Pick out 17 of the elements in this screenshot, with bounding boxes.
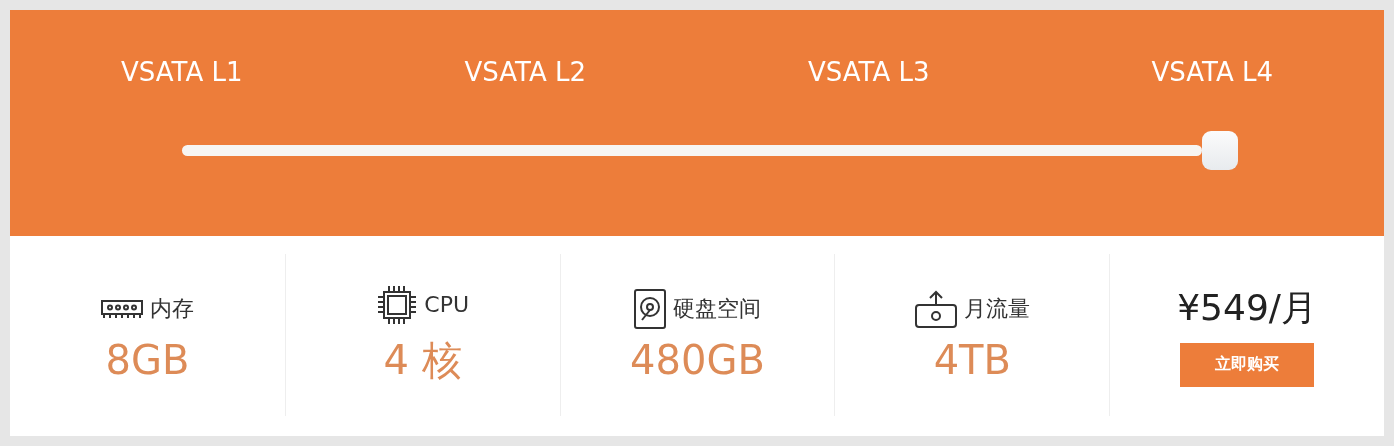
spec-value: 480GB: [630, 337, 765, 383]
memory-icon: [100, 297, 145, 321]
slider-thumb[interactable]: [1202, 131, 1238, 170]
plan-label[interactable]: VSATA L4: [1151, 57, 1273, 87]
spec-label: CPU: [424, 292, 470, 317]
buy-button[interactable]: 立即购买: [1180, 342, 1315, 387]
spec-label: 硬盘空间: [673, 295, 762, 323]
plan-label[interactable]: VSATA L3: [808, 57, 930, 87]
spec-value: 4 核: [383, 335, 462, 385]
spec-value: 8GB: [105, 337, 190, 383]
spec-label: 月流量: [964, 295, 1031, 323]
spec-value: 4TB: [933, 337, 1011, 383]
plan-label[interactable]: VSATA L2: [464, 57, 586, 87]
cpu-icon: [376, 283, 419, 326]
price: ¥549/月: [1177, 285, 1317, 330]
spec-label: 内存: [150, 295, 195, 323]
plan-label[interactable]: VSATA L1: [121, 57, 243, 87]
